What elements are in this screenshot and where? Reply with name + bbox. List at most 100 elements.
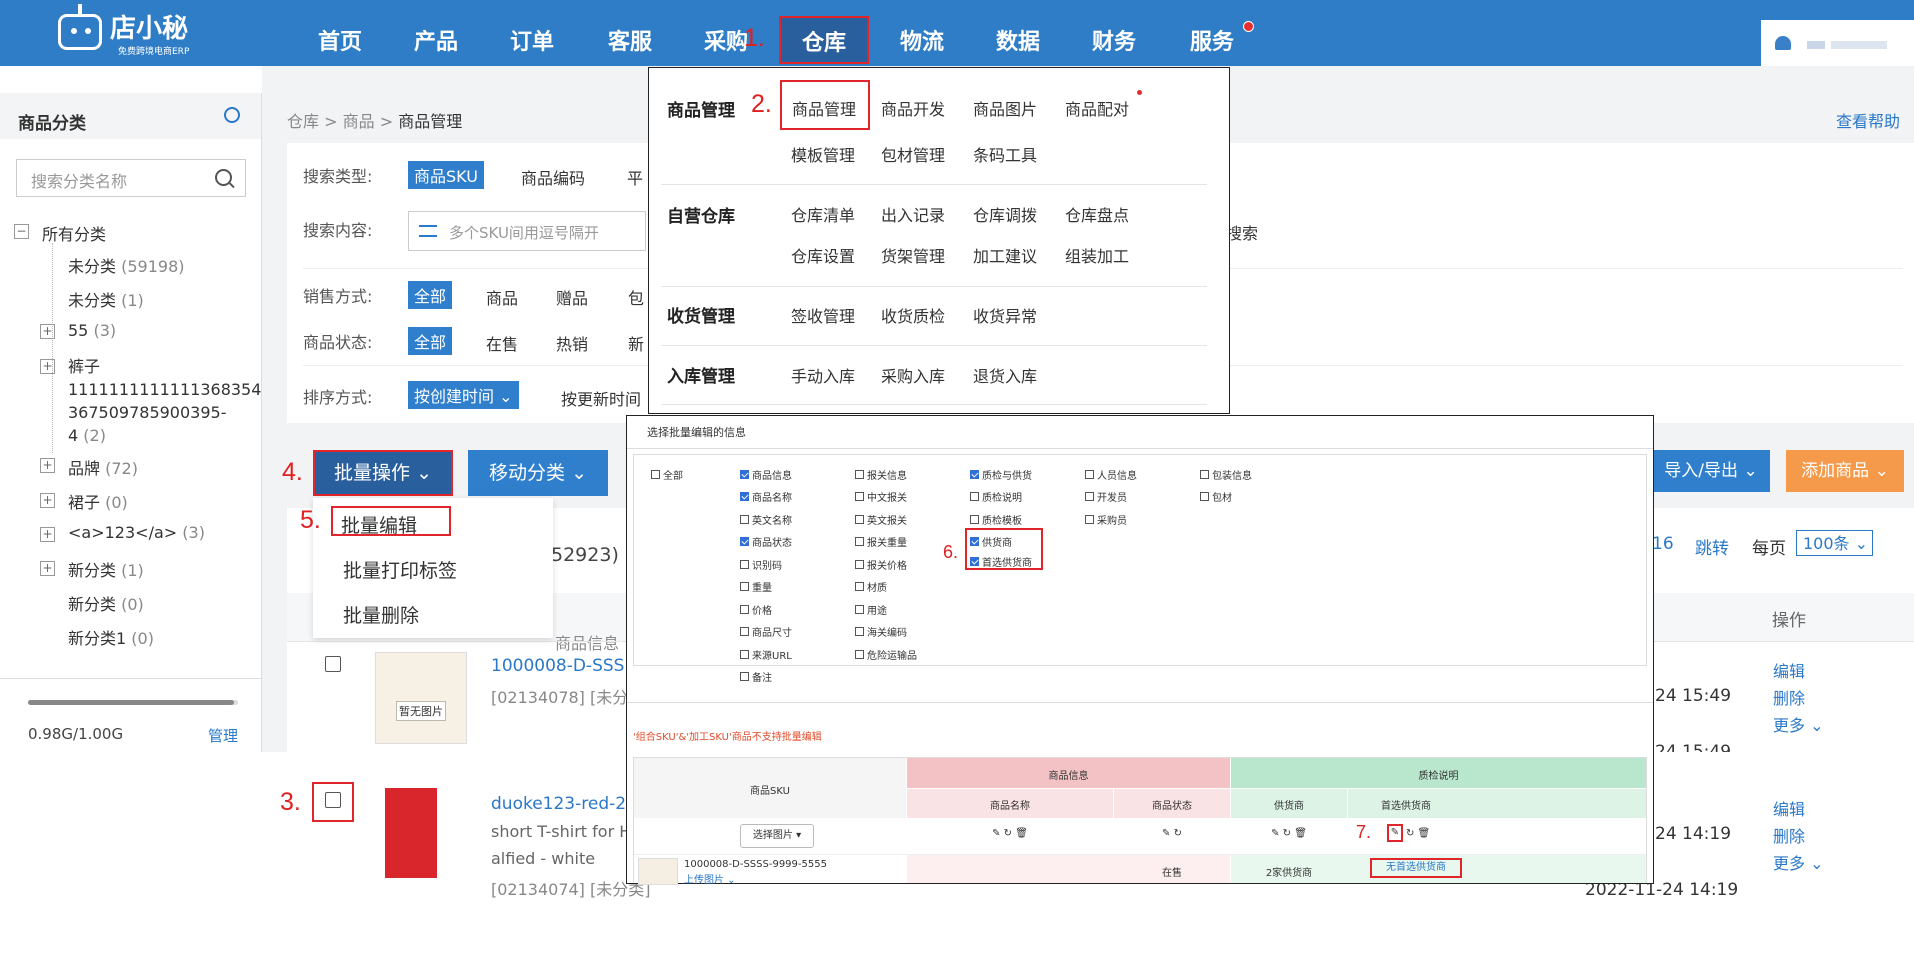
option-checkbox[interactable]: 包装信息 xyxy=(1200,467,1252,482)
nav-purchase[interactable]: 采购 xyxy=(704,24,748,56)
more-link[interactable]: 更多 ⌄ xyxy=(1773,712,1824,736)
option-checkbox[interactable]: 报关重量 xyxy=(855,534,907,549)
product-sku-link[interactable]: duoke123-red-2 xyxy=(491,794,626,814)
tree-item[interactable]: 新分类 (0) xyxy=(68,591,144,615)
search-type-sku[interactable]: 商品SKU xyxy=(408,161,484,189)
add-product-button[interactable]: 添加商品 ⌄ xyxy=(1786,450,1904,492)
edit-link[interactable]: 编辑 xyxy=(1773,658,1805,682)
menu-item[interactable]: 货架管理 xyxy=(881,243,945,267)
menu-item[interactable]: 仓库盘点 xyxy=(1065,202,1129,226)
option-checkbox[interactable]: 中文报关 xyxy=(855,489,907,504)
option-checkbox[interactable]: 人员信息 xyxy=(1085,467,1137,482)
move-category-button[interactable]: 移动分类 ⌄ xyxy=(468,450,608,496)
batch-edit-item[interactable]: 批量编辑 xyxy=(331,506,451,537)
manage-link[interactable]: 管理 xyxy=(208,725,238,746)
batch-delete-item[interactable]: 批量删除 xyxy=(343,601,419,628)
expand-icon[interactable]: + xyxy=(40,527,55,542)
tree-item[interactable]: 55 (3) xyxy=(68,321,116,340)
batch-print-labels-item[interactable]: 批量打印标签 xyxy=(343,556,457,583)
option-preferred-supplier-checkbox[interactable]: 首选供货商 xyxy=(970,554,1032,569)
sale-product[interactable]: 商品 xyxy=(486,285,518,309)
nav-service[interactable]: 客服 xyxy=(608,24,652,56)
menu-item[interactable]: 仓库清单 xyxy=(791,202,855,226)
tree-root[interactable]: 所有分类 xyxy=(42,221,106,245)
sort-updated[interactable]: 按更新时间 xyxy=(561,386,641,410)
edit-link[interactable]: 编辑 xyxy=(1773,796,1805,820)
search-button[interactable]: 搜索 xyxy=(1226,220,1258,244)
option-checkbox[interactable]: 英文名称 xyxy=(740,512,792,527)
option-checkbox[interactable]: 质检模板 xyxy=(970,512,1022,527)
select-image-button[interactable]: 选择图片 ▾ xyxy=(740,824,814,848)
option-checkbox[interactable]: 商品状态 xyxy=(740,534,792,549)
menu-item[interactable]: 模板管理 xyxy=(791,142,855,166)
option-checkbox[interactable]: 危险运输品 xyxy=(855,647,917,662)
status-new[interactable]: 新 xyxy=(628,331,644,355)
status-bulk-tools[interactable]: ✎ ↻ xyxy=(1114,828,1230,839)
delete-link[interactable]: 删除 xyxy=(1773,685,1805,709)
option-checkbox[interactable]: 海关编码 xyxy=(855,624,907,639)
tree-item[interactable]: 裙子 (0) xyxy=(68,489,128,513)
nav-services[interactable]: 服务 xyxy=(1190,24,1234,56)
status-onsale[interactable]: 在售 xyxy=(486,331,518,355)
option-checkbox[interactable]: 商品信息 xyxy=(740,467,792,482)
nav-logistics[interactable]: 物流 xyxy=(900,24,944,56)
pref-supplier-edit-icon[interactable]: ✎ xyxy=(1387,824,1403,842)
menu-item[interactable]: 加工建议 xyxy=(973,243,1037,267)
expand-icon[interactable]: + xyxy=(40,324,55,339)
menu-item-product-manage[interactable]: 商品管理 xyxy=(780,80,870,130)
search-type-code[interactable]: 商品编码 xyxy=(521,165,585,189)
nav-home[interactable]: 首页 xyxy=(318,24,362,56)
option-checkbox[interactable]: 重量 xyxy=(740,579,772,594)
nav-orders[interactable]: 订单 xyxy=(510,24,554,56)
menu-item[interactable]: 采购入库 xyxy=(881,363,945,387)
sale-pack[interactable]: 包 xyxy=(628,285,644,309)
option-checkbox[interactable]: 材质 xyxy=(855,579,887,594)
option-checkbox[interactable]: 质检说明 xyxy=(970,489,1022,504)
nav-finance[interactable]: 财务 xyxy=(1092,24,1136,56)
option-checkbox[interactable]: 质检与供货 xyxy=(970,467,1032,482)
tree-item[interactable]: 未分类 (59198) xyxy=(68,253,185,277)
option-checkbox[interactable]: 来源URL xyxy=(740,647,792,662)
option-checkbox[interactable]: 采购员 xyxy=(1085,512,1127,527)
menu-item[interactable]: 签收管理 xyxy=(791,303,855,327)
menu-item[interactable]: 包材管理 xyxy=(881,142,945,166)
nav-products[interactable]: 产品 xyxy=(414,24,458,56)
tree-item[interactable]: 新分类1 (0) xyxy=(68,625,154,649)
option-checkbox[interactable]: 商品名称 xyxy=(740,489,792,504)
sale-all[interactable]: 全部 xyxy=(408,281,453,309)
option-checkbox[interactable]: 报关信息 xyxy=(855,467,907,482)
expand-icon[interactable]: + xyxy=(40,493,55,508)
option-checkbox[interactable]: 用途 xyxy=(855,602,887,617)
menu-item[interactable]: 收货异常 xyxy=(973,303,1037,327)
name-bulk-tools[interactable]: ✎ ↻ 🗑 xyxy=(907,828,1113,839)
search-type-platform[interactable]: 平 xyxy=(627,165,643,189)
nav-warehouse-tab[interactable]: 仓库 xyxy=(779,16,869,64)
menu-item[interactable]: 商品配对 xyxy=(1065,96,1129,120)
upload-image-link[interactable]: 上传图片 ⌄ xyxy=(684,871,736,886)
option-checkbox[interactable]: 开发员 xyxy=(1085,489,1127,504)
help-link[interactable]: 查看帮助 xyxy=(1836,108,1900,132)
product-sku-link[interactable]: 1000008-D-SSS xyxy=(491,656,624,676)
option-all-checkbox[interactable]: 全部 xyxy=(651,467,683,482)
batch-ops-button[interactable]: 批量操作 ⌄ xyxy=(313,450,453,496)
option-checkbox[interactable]: 商品尺寸 xyxy=(740,624,792,639)
option-checkbox[interactable]: 包材 xyxy=(1200,489,1232,504)
menu-item[interactable]: 商品开发 xyxy=(881,96,945,120)
per-page-select[interactable]: 100条 ⌄ xyxy=(1796,530,1873,556)
menu-item[interactable]: 手动入库 xyxy=(791,363,855,387)
row-checkbox[interactable] xyxy=(325,656,341,672)
menu-item[interactable]: 仓库调拨 xyxy=(973,202,1037,226)
expand-icon[interactable]: + xyxy=(40,561,55,576)
sort-created[interactable]: 按创建时间 ⌄ xyxy=(408,381,519,409)
more-link[interactable]: 更多 ⌄ xyxy=(1773,850,1824,874)
expand-icon[interactable]: + xyxy=(40,458,55,473)
option-supplier-checkbox[interactable]: 供货商 xyxy=(970,534,1012,549)
menu-item[interactable]: 退货入库 xyxy=(973,363,1037,387)
nav-data[interactable]: 数据 xyxy=(996,24,1040,56)
menu-item[interactable]: 商品图片 xyxy=(973,96,1037,120)
option-checkbox[interactable]: 英文报关 xyxy=(855,512,907,527)
page-number[interactable]: 16 xyxy=(1652,534,1674,554)
breadcrumb-item[interactable]: 仓库 xyxy=(287,112,319,131)
import-export-button[interactable]: 导入/导出 ⌄ xyxy=(1652,450,1770,492)
option-checkbox[interactable]: 识别码 xyxy=(740,557,782,572)
